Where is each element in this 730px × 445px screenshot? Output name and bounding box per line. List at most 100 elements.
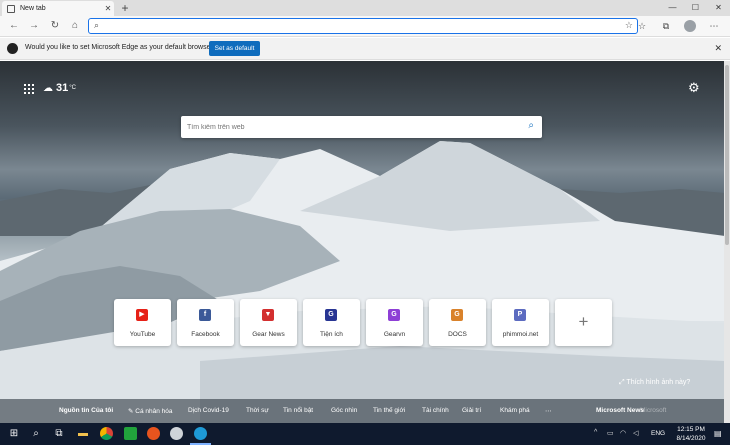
toolbar-actions: ☆ ⧉ ⋯ [634, 18, 722, 34]
add-quick-link-button[interactable]: + [555, 299, 612, 346]
notification-icon[interactable]: ▤ [714, 429, 722, 438]
quick-link-label: Facebook [191, 331, 220, 338]
new-tab-page: ☁ 31 °C ⚙ ⌕ ▶ YouTube f Facebook ▼ Gear … [0, 61, 725, 423]
close-window-button[interactable]: ✕ [707, 0, 730, 16]
page-scrollbar[interactable] [724, 61, 730, 423]
new-tab-button[interactable]: + [119, 1, 131, 15]
gearvn-icon: G [388, 309, 400, 321]
tab-close-button[interactable]: ✕ [102, 4, 114, 13]
clock-time[interactable]: 12:15 PM [674, 426, 708, 433]
news-tab-entertainment[interactable]: Giải trí [462, 407, 481, 414]
title-bar: New tab ✕ + — ☐ ✕ [0, 0, 730, 16]
browser-toolbar: ← → ↻ ⌂ ⌕ ☆ ☆ ⧉ ⋯ [0, 16, 730, 37]
volume-icon[interactable]: ◁ [633, 429, 638, 437]
window-controls: — ☐ ✕ [661, 0, 730, 16]
news-tab-top-stories[interactable]: Tin nổi bật [283, 407, 313, 414]
news-provider: Microsoft News [596, 407, 645, 414]
tienich-icon: G [325, 309, 337, 321]
cloud-icon: ☁ [43, 82, 53, 94]
task-view-icon[interactable]: ⧉ [51, 426, 67, 442]
home-button[interactable]: ⌂ [67, 18, 83, 34]
taskbar-search-icon[interactable]: ⌕ [28, 426, 44, 442]
facebook-icon: f [199, 309, 211, 321]
collections-icon[interactable]: ⧉ [658, 18, 674, 34]
quick-link-gearvn[interactable]: G Gearvn [366, 299, 423, 346]
search-input[interactable] [187, 121, 507, 133]
infobar-message: Would you like to set Microsoft Edge as … [25, 44, 217, 51]
news-tab-current-affairs[interactable]: Thời sự [246, 407, 269, 414]
more-options-icon[interactable]: ⋯ [706, 18, 722, 34]
edge-taskbar-icon[interactable] [194, 427, 207, 440]
phimmoi-icon: P [514, 309, 526, 321]
plus-icon: + [578, 312, 589, 331]
file-explorer-icon[interactable]: ▬ [75, 426, 91, 442]
wifi-icon[interactable]: ◠ [620, 429, 626, 437]
gearnews-icon: ▼ [262, 309, 274, 321]
chrome-icon[interactable] [100, 427, 113, 440]
news-bar: Nguồn tin Của tôi ✎ Cá nhân hóa Dịch Cov… [0, 399, 725, 423]
language-indicator[interactable]: ENG [651, 430, 665, 437]
address-bar[interactable]: ⌕ ☆ [88, 18, 638, 34]
quick-link-phimmoi[interactable]: P phimmoi.net [492, 299, 549, 346]
page-icon [7, 4, 15, 13]
camtasia-icon[interactable] [124, 427, 137, 440]
tab-new-tab[interactable]: New tab ✕ [2, 1, 114, 16]
quick-links: ▶ YouTube f Facebook ▼ Gear News G Tiện … [114, 299, 612, 346]
search-icon[interactable]: ⌕ [528, 120, 534, 131]
back-button[interactable]: ← [6, 18, 22, 34]
news-tab-finance[interactable]: Tài chính [422, 407, 449, 414]
tab-title: New tab [20, 5, 46, 12]
firefox-icon[interactable] [147, 427, 160, 440]
temperature-value: 31 [56, 82, 69, 94]
quick-link-tien-ich[interactable]: G Tiện ích [303, 299, 360, 346]
news-tab-discover[interactable]: Khám phá [500, 407, 530, 414]
news-more-icon[interactable]: ⋯ [545, 407, 552, 415]
settings-gear-icon[interactable]: ⚙ [688, 80, 700, 96]
news-tab-personalize[interactable]: ✎ Cá nhân hóa [128, 407, 173, 415]
quick-link-label: DOCS [448, 331, 467, 338]
youtube-icon: ▶ [136, 309, 148, 321]
like-image-link[interactable]: ⤢ Thích hình ảnh này? [619, 379, 690, 387]
temperature-unit: °C [69, 85, 76, 91]
quick-link-label: Gearvn [383, 331, 406, 338]
minimize-button[interactable]: — [661, 0, 684, 16]
quick-link-docs[interactable]: G DOCS [429, 299, 486, 346]
maximize-button[interactable]: ☐ [684, 0, 707, 16]
docs-icon: G [451, 309, 463, 321]
quick-link-label: Gear News [252, 331, 285, 338]
add-favorite-icon[interactable]: ☆ [625, 20, 633, 31]
quick-link-youtube[interactable]: ▶ YouTube [114, 299, 171, 346]
default-browser-infobar: Would you like to set Microsoft Edge as … [0, 38, 730, 60]
set-as-default-button[interactable]: Set as default [209, 41, 260, 56]
quick-link-label: Tiện ích [320, 331, 343, 338]
news-tab-label: Cá nhân hóa [135, 408, 173, 415]
windows-taskbar: ⊞ ⌕ ⧉ ▬ ^ ▭ ◠ ◁ ENG 12:15 PM 8/14/2020 ▤ [0, 423, 730, 445]
address-input[interactable] [109, 20, 609, 32]
network-icon[interactable]: ▭ [607, 429, 614, 437]
windows-start-icon[interactable]: ⊞ [6, 426, 22, 442]
quick-link-gear-news[interactable]: ▼ Gear News [240, 299, 297, 346]
like-image-label: Thích hình ảnh này? [626, 379, 691, 386]
news-tab-my-feed[interactable]: Nguồn tin Của tôi [59, 407, 113, 414]
weather-widget[interactable]: ☁ 31 °C [43, 82, 76, 94]
show-hidden-icons[interactable]: ^ [594, 429, 597, 436]
profile-button[interactable] [682, 18, 698, 34]
quick-link-label: YouTube [129, 331, 156, 338]
forward-button[interactable]: → [26, 18, 42, 34]
refresh-button[interactable]: ↻ [47, 18, 63, 34]
tool-app-icon[interactable] [170, 427, 183, 440]
news-provider-sub: Microsoft [640, 407, 667, 414]
news-tab-perspective[interactable]: Góc nhìn [331, 407, 357, 414]
clock-date[interactable]: 8/14/2020 [674, 435, 708, 442]
search-icon: ⌕ [94, 20, 100, 30]
quick-link-label: phimmoi.net [502, 331, 539, 338]
infobar-close-button[interactable]: ✕ [714, 43, 722, 54]
scrollbar-thumb[interactable] [725, 65, 729, 245]
news-tab-world[interactable]: Tin thế giới [373, 407, 405, 414]
avatar [684, 20, 696, 32]
apps-grid-icon[interactable] [24, 84, 34, 94]
news-tab-covid[interactable]: Dịch Covid-19 [188, 407, 229, 414]
quick-link-facebook[interactable]: f Facebook [177, 299, 234, 346]
web-search-box[interactable]: ⌕ [181, 116, 542, 138]
favorites-icon[interactable]: ☆ [634, 18, 650, 34]
